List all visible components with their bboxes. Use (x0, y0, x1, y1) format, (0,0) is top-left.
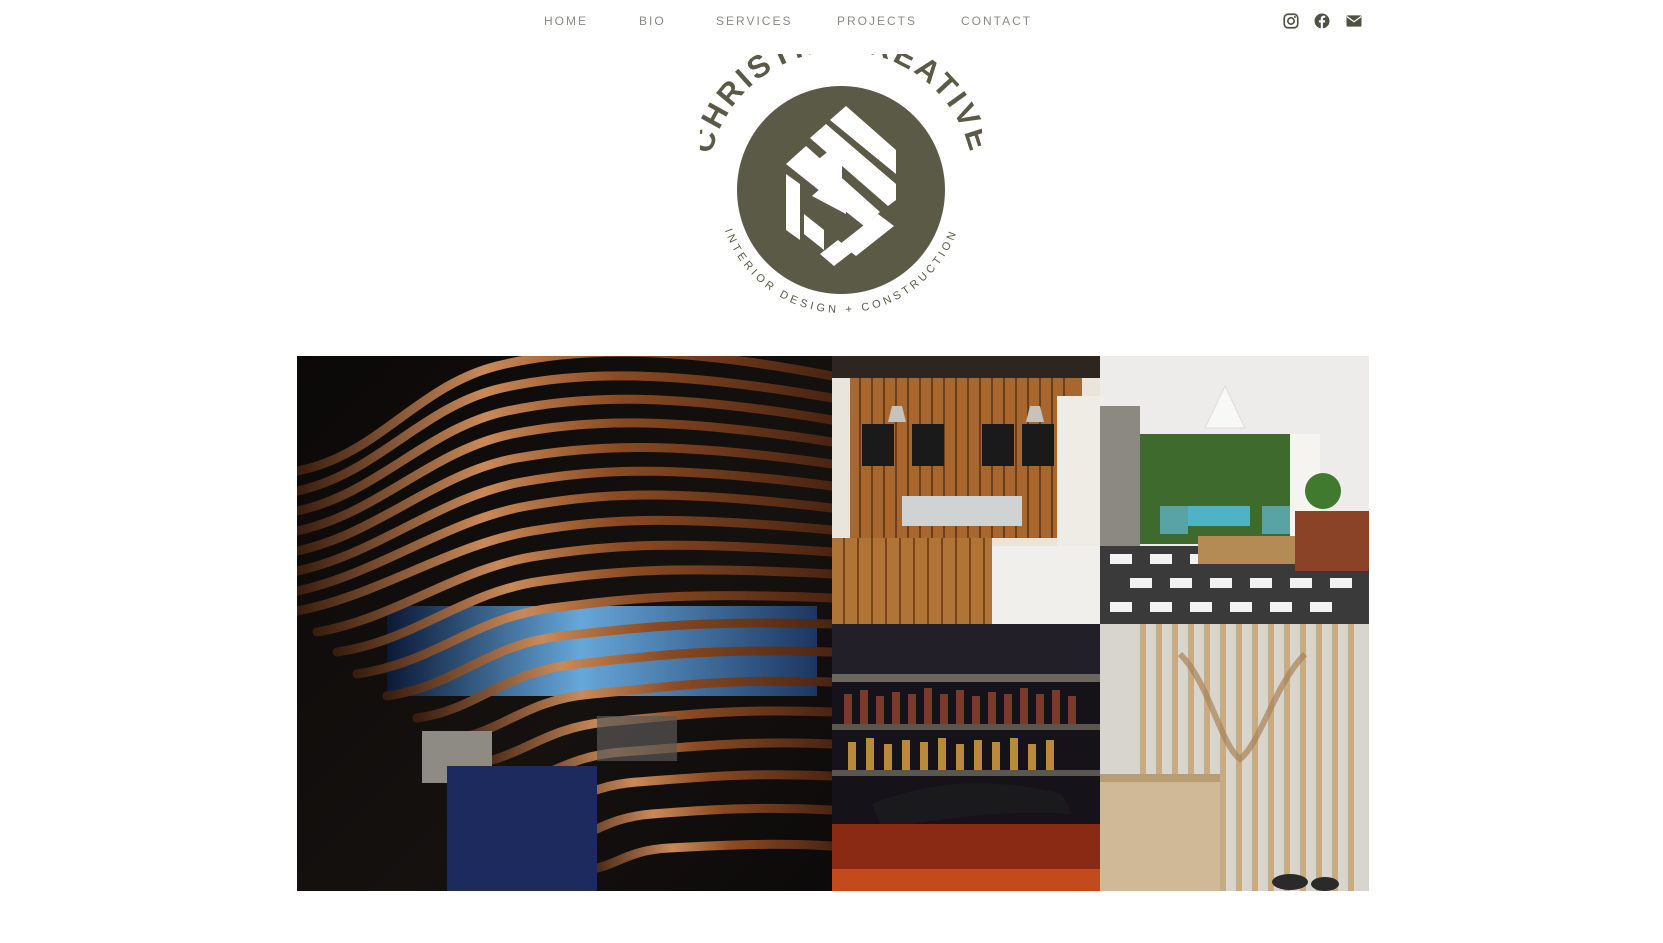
nav-contact-link[interactable]: CONTACT (961, 14, 1032, 28)
email-icon[interactable] (1345, 12, 1363, 30)
gallery-tile-timber-battens[interactable] (1100, 624, 1369, 891)
gallery-tile-curved-slat-wall[interactable] (297, 356, 832, 891)
facebook-icon[interactable] (1313, 12, 1331, 30)
nav-home-link[interactable]: HOME (544, 14, 588, 28)
nav-projects-link[interactable]: PROJECTS (837, 14, 917, 28)
gallery-tile-living-room[interactable] (1100, 356, 1369, 624)
nav-services-link[interactable]: SERVICES (716, 14, 792, 28)
brand-logo[interactable]: CHRISTIE CREATIVE INTERIOR DESIGN + CONS… (700, 54, 982, 316)
nav-bio-link[interactable]: BIO (639, 14, 666, 28)
gallery-tile-bar[interactable] (832, 624, 1100, 891)
main-nav: HOME BIO SERVICES PROJECTS CONTACT (0, 0, 1663, 44)
instagram-icon[interactable] (1282, 12, 1300, 30)
gallery-tile-cafe-counter[interactable] (832, 356, 1100, 624)
